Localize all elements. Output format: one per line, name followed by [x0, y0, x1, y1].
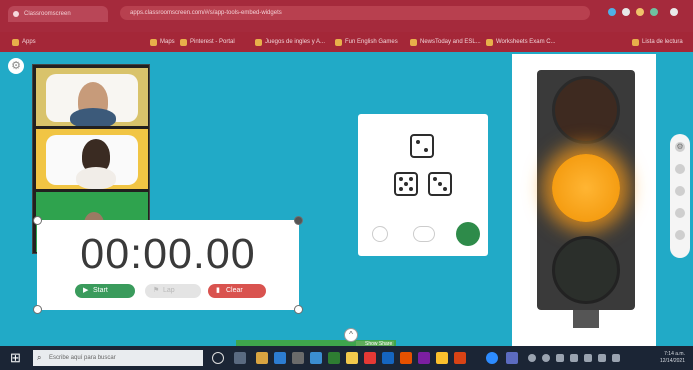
participant-video: [36, 129, 148, 189]
clear-button[interactable]: ▮ Clear: [208, 284, 266, 298]
clock-time: 7:14 a.m.: [664, 351, 685, 357]
store-icon[interactable]: [292, 352, 304, 364]
bookmark-worksheets[interactable]: Worksheets Exam C...: [486, 36, 556, 48]
close-icon[interactable]: [294, 216, 303, 225]
chrome-icon[interactable]: [436, 352, 448, 364]
extension-icon[interactable]: [608, 8, 616, 16]
bookmark-apps[interactable]: Apps: [12, 36, 36, 48]
classroom-canvas: ⚙ 00:00.00 ▶ Start ⚑ Lap ▮ Clear ⚙ ^ Sho…: [0, 52, 693, 348]
bookmark-juegos[interactable]: Juegos de ingles y A...: [255, 36, 325, 48]
green-light[interactable]: [552, 236, 620, 304]
volume-icon[interactable]: [570, 354, 578, 362]
tab-title: Classroomscreen: [24, 11, 71, 17]
settings-gear-icon[interactable]: ⚙: [8, 58, 24, 74]
start-button[interactable]: ▶ Start: [75, 284, 135, 298]
file-explorer-icon[interactable]: [256, 352, 268, 364]
play-icon: ▶: [83, 287, 89, 294]
more-icon[interactable]: [675, 230, 685, 240]
app-icon[interactable]: [364, 352, 376, 364]
stopwatch-display: 00:00.00: [80, 230, 256, 278]
flag-icon: ⚑: [153, 287, 160, 294]
powerpoint-icon[interactable]: [400, 352, 412, 364]
mail-icon[interactable]: [310, 352, 322, 364]
dice-widget[interactable]: [358, 114, 488, 256]
search-placeholder: Escribe aquí para buscar: [49, 355, 116, 361]
windows-start-icon[interactable]: ⊞: [10, 351, 24, 365]
bookmark-maps[interactable]: Maps: [150, 36, 175, 48]
clock-date: 12/14/2021: [659, 358, 685, 364]
move-icon[interactable]: [675, 208, 685, 218]
stopwatch-widget[interactable]: 00:00.00 ▶ Start ⚑ Lap ▮ Clear: [33, 216, 303, 314]
bookmark-news-today[interactable]: NewsToday and ESL...: [410, 36, 481, 48]
app-icon[interactable]: [454, 352, 466, 364]
participant-video: [36, 68, 148, 126]
bookmarks-bar: Apps Maps Pinterest - Portal Juegos de i…: [0, 32, 693, 52]
die-face-2: [410, 134, 434, 158]
widget-toolbar: ⚙: [670, 134, 690, 258]
roll-dice-button[interactable]: [456, 222, 480, 246]
taskbar-search-input[interactable]: ⌕ Escribe aquí para buscar: [33, 350, 203, 366]
traffic-light-pole: [573, 310, 599, 328]
die-face-5: [394, 172, 418, 196]
word-icon[interactable]: [382, 352, 394, 364]
edge-icon[interactable]: [274, 352, 286, 364]
teams-icon[interactable]: [506, 352, 518, 364]
dice-count-icon[interactable]: [413, 226, 435, 242]
refresh-icon[interactable]: [675, 164, 685, 174]
resize-handle[interactable]: [33, 305, 42, 314]
search-icon: ⌕: [37, 353, 42, 362]
resize-handle[interactable]: [294, 305, 303, 314]
lap-button: ⚑ Lap: [145, 284, 201, 298]
system-clock[interactable]: 7:14 a.m. 12/14/2021: [645, 351, 685, 365]
browser-titlebar: Classroomscreen apps.classroomscreen.com…: [0, 0, 693, 32]
network-icon[interactable]: [556, 354, 564, 362]
browser-tab[interactable]: Classroomscreen: [8, 6, 108, 22]
address-bar[interactable]: apps.classroomscreen.com/#/s/app-tools-e…: [120, 6, 590, 20]
address-text: apps.classroomscreen.com/#/s/app-tools-e…: [130, 10, 282, 16]
tray-icon[interactable]: [542, 354, 550, 362]
bookmark-reading-list[interactable]: Lista de lectura: [632, 36, 683, 48]
yellow-light[interactable]: [552, 154, 620, 222]
gear-icon[interactable]: ⚙: [675, 142, 685, 152]
extension-icon[interactable]: [622, 8, 630, 16]
die-face-3: [428, 172, 452, 196]
bookmark-fun-english[interactable]: Fun English Games: [335, 36, 398, 48]
dice-minus-icon[interactable]: [372, 226, 388, 242]
language-icon[interactable]: [612, 354, 620, 362]
tray-icon[interactable]: [528, 354, 536, 362]
traffic-light-widget[interactable]: [512, 54, 656, 346]
extension-icon[interactable]: [650, 8, 658, 16]
tab-favicon-icon: [13, 11, 19, 17]
extension-icon[interactable]: [636, 8, 644, 16]
task-view-icon[interactable]: [234, 352, 246, 364]
clear-label: Clear: [226, 287, 243, 294]
chevron-up-icon[interactable]: ^: [344, 328, 358, 342]
battery-icon[interactable]: [584, 354, 592, 362]
tray-icon[interactable]: [598, 354, 606, 362]
onenote-icon[interactable]: [418, 352, 430, 364]
cortana-icon[interactable]: [212, 352, 224, 364]
excel-icon[interactable]: [328, 352, 340, 364]
edit-icon[interactable]: [675, 186, 685, 196]
trash-icon: ▮: [216, 287, 220, 294]
red-light[interactable]: [552, 76, 620, 144]
bookmark-pinterest[interactable]: Pinterest - Portal: [180, 36, 235, 48]
browser-menu-icon[interactable]: [670, 8, 678, 16]
traffic-light-housing: [537, 70, 635, 310]
sticky-notes-icon[interactable]: [346, 352, 358, 364]
zoom-icon[interactable]: [486, 352, 498, 364]
lap-label: Lap: [163, 287, 175, 294]
resize-handle[interactable]: [33, 216, 42, 225]
windows-taskbar: ⊞ ⌕ Escribe aquí para buscar 7:14 a.m. 1…: [0, 346, 693, 370]
start-label: Start: [93, 287, 108, 294]
